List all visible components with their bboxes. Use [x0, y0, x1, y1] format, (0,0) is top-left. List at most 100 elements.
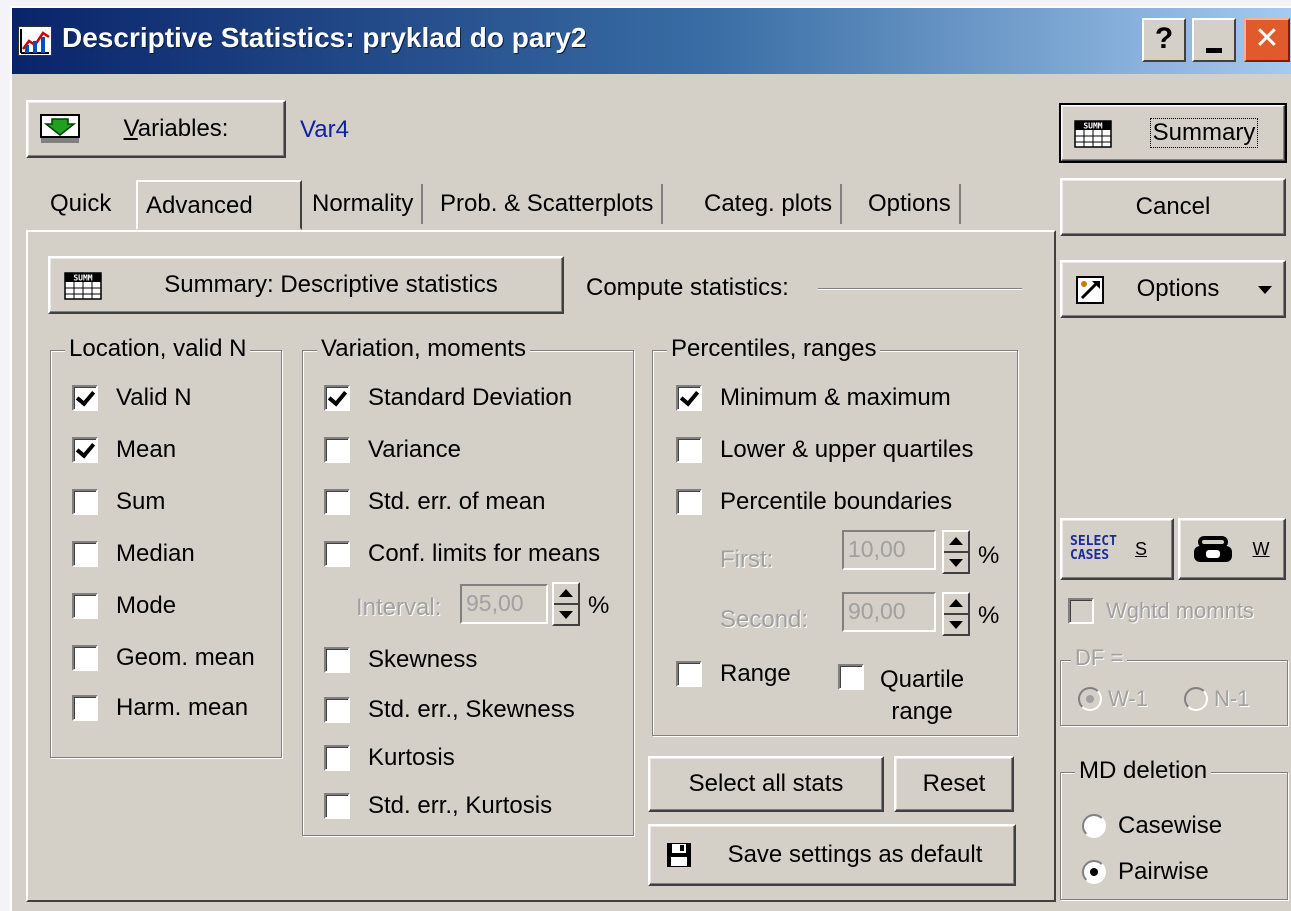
checkbox-variance[interactable]: Variance — [324, 436, 461, 464]
tab-normality[interactable]: Normality — [304, 184, 424, 224]
checkbox-std-err-skewness[interactable]: Std. err., Skewness — [324, 696, 575, 724]
selected-variables: Var4 — [300, 116, 349, 143]
mode-checkbox[interactable] — [72, 593, 98, 619]
interval-field[interactable]: 95,00 — [460, 584, 548, 624]
std-err-kurtosis-checkbox[interactable] — [324, 793, 350, 819]
pairwise-radio[interactable] — [1082, 860, 1106, 884]
median-checkbox[interactable] — [72, 541, 98, 567]
close-button[interactable]: ✕ — [1244, 18, 1290, 62]
checkbox-quartile-range[interactable]: Quartile range — [838, 664, 964, 728]
w-1-radio[interactable] — [1078, 687, 1102, 711]
checkbox-sum[interactable]: Sum — [72, 488, 165, 516]
summary-button[interactable]: SUMM Summary — [1059, 103, 1287, 163]
radio-casewise[interactable]: Casewise — [1082, 812, 1222, 840]
save-settings-default-button[interactable]: Save settings as default — [648, 824, 1016, 886]
checkbox-mean[interactable]: Mean — [72, 436, 176, 464]
first-label: First: — [720, 546, 774, 573]
tab-quick[interactable]: Quick — [42, 184, 119, 224]
checkbox-kurtosis[interactable]: Kurtosis — [324, 744, 455, 772]
select-cases-icon: SELECT CASES — [1070, 534, 1117, 563]
compute-divider — [818, 288, 1022, 290]
std-err-mean-checkbox[interactable] — [324, 489, 350, 515]
checkbox-percentile-boundaries[interactable]: Percentile boundaries — [676, 488, 952, 516]
statistics-app-icon — [18, 26, 52, 56]
minimize-icon — [1206, 48, 1222, 53]
std-err-skewness-checkbox[interactable] — [324, 697, 350, 723]
interval-label: Interval: — [356, 594, 442, 621]
checkbox-skewness[interactable]: Skewness — [324, 646, 477, 674]
checkbox-quartiles[interactable]: Lower & upper quartiles — [676, 436, 973, 464]
checkbox-std-err-kurtosis[interactable]: Std. err., Kurtosis — [324, 792, 552, 820]
interval-percent: % — [588, 592, 610, 619]
skewness-checkbox[interactable] — [324, 647, 350, 673]
tab-advanced[interactable]: Advanced — [136, 180, 302, 230]
checkbox-geom-mean[interactable]: Geom. mean — [72, 644, 255, 672]
floppy-disk-icon — [666, 842, 692, 875]
range-checkbox[interactable] — [676, 661, 702, 687]
kurtosis-checkbox[interactable] — [324, 745, 350, 771]
quartiles-checkbox[interactable] — [676, 437, 702, 463]
checkbox-range[interactable]: Range — [676, 660, 791, 688]
first-spinner[interactable] — [942, 530, 970, 574]
percentiles-group-title: Percentiles, ranges — [667, 335, 881, 363]
min-max-checkbox[interactable] — [676, 385, 702, 411]
tab-categ-plots[interactable]: Categ. plots — [696, 184, 843, 224]
interval-spinner[interactable] — [552, 582, 580, 626]
select-all-stats-button[interactable]: Select all stats — [648, 756, 884, 812]
variables-icon — [40, 114, 80, 151]
checkbox-mode[interactable]: Mode — [72, 592, 176, 620]
checkbox-median[interactable]: Median — [72, 540, 195, 568]
location-group-title: Location, valid N — [65, 335, 251, 363]
checkbox-valid-n[interactable]: Valid N — [72, 384, 192, 412]
summary-descriptive-button[interactable]: SUMM Summary: Descriptive statistics — [48, 256, 564, 314]
harm-mean-checkbox[interactable] — [72, 695, 98, 721]
first-field[interactable]: 10,00 — [842, 530, 936, 570]
n-1-radio[interactable] — [1184, 687, 1208, 711]
checkbox-standard-deviation[interactable]: Standard Deviation — [324, 384, 572, 412]
second-spinner[interactable] — [942, 592, 970, 636]
variance-checkbox[interactable] — [324, 437, 350, 463]
casewise-radio[interactable] — [1082, 814, 1106, 838]
variables-button[interactable]: Variables: — [26, 100, 286, 158]
mean-checkbox[interactable] — [72, 437, 98, 463]
weighted-moments-checkbox[interactable] — [1068, 598, 1094, 624]
weight-button[interactable]: W — [1178, 518, 1286, 580]
cancel-button[interactable]: Cancel — [1060, 178, 1286, 236]
checkbox-weighted-moments[interactable]: Wghtd momnts — [1068, 598, 1254, 624]
dropdown-arrow-icon — [1258, 286, 1272, 294]
help-button[interactable]: ? — [1142, 18, 1186, 62]
checkbox-std-err-mean[interactable]: Std. err. of mean — [324, 488, 545, 516]
first-percent: % — [978, 542, 1000, 569]
options-button-label: Options — [1136, 275, 1220, 302]
svg-text:SUMM: SUMM — [73, 274, 92, 283]
radio-w-1[interactable]: W-1 — [1078, 686, 1148, 712]
tab-prob-scatterplots[interactable]: Prob. & Scatterplots — [432, 184, 664, 224]
svg-text:SUMM: SUMM — [1083, 122, 1102, 131]
variables-button-label: Variables: — [123, 115, 229, 142]
checkbox-harm-mean[interactable]: Harm. mean — [72, 694, 248, 722]
minimize-button[interactable] — [1192, 18, 1236, 62]
geom-mean-checkbox[interactable] — [72, 645, 98, 671]
second-label: Second: — [720, 606, 809, 633]
options-wizard-icon — [1076, 276, 1104, 311]
second-field[interactable]: 90,00 — [842, 592, 936, 632]
radio-pairwise[interactable]: Pairwise — [1082, 858, 1209, 886]
checkbox-conf-limits[interactable]: Conf. limits for means — [324, 540, 600, 568]
title-bar[interactable]: Descriptive Statistics: pryklad do pary2… — [12, 8, 1291, 74]
radio-n-1[interactable]: N-1 — [1184, 686, 1249, 712]
window-title: Descriptive Statistics: pryklad do pary2 — [62, 22, 587, 53]
percentile-boundaries-checkbox[interactable] — [676, 489, 702, 515]
tab-options[interactable]: Options — [860, 184, 961, 224]
summary-button-label: Summary — [1149, 118, 1259, 148]
md-deletion-group-title: MD deletion — [1075, 757, 1212, 785]
conf-limits-checkbox[interactable] — [324, 541, 350, 567]
select-cases-button[interactable]: SELECT CASES S — [1060, 518, 1174, 580]
valid-n-checkbox[interactable] — [72, 385, 98, 411]
checkbox-min-max[interactable]: Minimum & maximum — [676, 384, 951, 412]
variation-group-title: Variation, moments — [317, 335, 530, 363]
sum-checkbox[interactable] — [72, 489, 98, 515]
quartile-range-checkbox[interactable] — [838, 664, 864, 690]
standard-deviation-checkbox[interactable] — [324, 385, 350, 411]
options-button[interactable]: Options — [1060, 260, 1286, 318]
reset-button[interactable]: Reset — [894, 756, 1014, 812]
